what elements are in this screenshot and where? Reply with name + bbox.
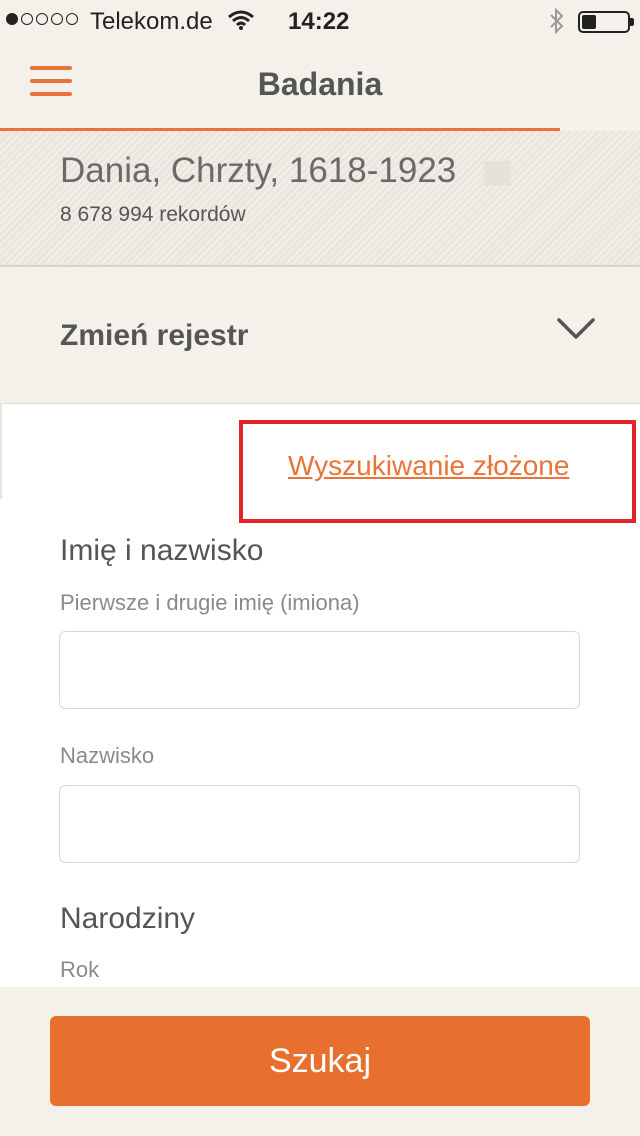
last-name-label: Nazwisko bbox=[60, 743, 155, 768]
status-time: 14:22 bbox=[288, 8, 350, 35]
change-register-label: Zmień rejestr bbox=[60, 319, 249, 352]
wifi-icon bbox=[228, 10, 254, 30]
collection-title: Dania, Chrzty, 1618-1923 bbox=[60, 151, 457, 190]
collection-header: Dania, Chrzty, 1618-1923 8 678 994 rekor… bbox=[0, 131, 640, 267]
year-label: Rok bbox=[60, 957, 100, 982]
battery-icon bbox=[578, 11, 634, 33]
form-card-edge bbox=[0, 403, 2, 499]
search-button[interactable]: Szukaj bbox=[50, 1016, 590, 1106]
first-name-label: Pierwsze i drugie imię (imiona) bbox=[60, 590, 360, 615]
change-register-button[interactable]: Zmień rejestr bbox=[0, 269, 640, 403]
status-bar: Telekom.de 14:22 bbox=[0, 0, 640, 40]
birth-section-heading: Narodziny bbox=[60, 902, 196, 935]
first-name-input[interactable] bbox=[59, 631, 580, 709]
record-count: 8 678 994 rekordów bbox=[60, 203, 246, 226]
page-title: Badania bbox=[257, 66, 383, 102]
carrier-name: Telekom.de bbox=[90, 8, 213, 35]
bluetooth-icon bbox=[550, 8, 564, 34]
name-section-heading: Imię i nazwisko bbox=[60, 534, 264, 567]
chevron-down-icon bbox=[557, 318, 595, 339]
last-name-input[interactable] bbox=[59, 785, 580, 863]
advanced-search-link[interactable]: Wyszukiwanie złożone bbox=[288, 450, 569, 482]
signal-strength-icon bbox=[6, 13, 78, 25]
collection-badge bbox=[484, 161, 510, 185]
